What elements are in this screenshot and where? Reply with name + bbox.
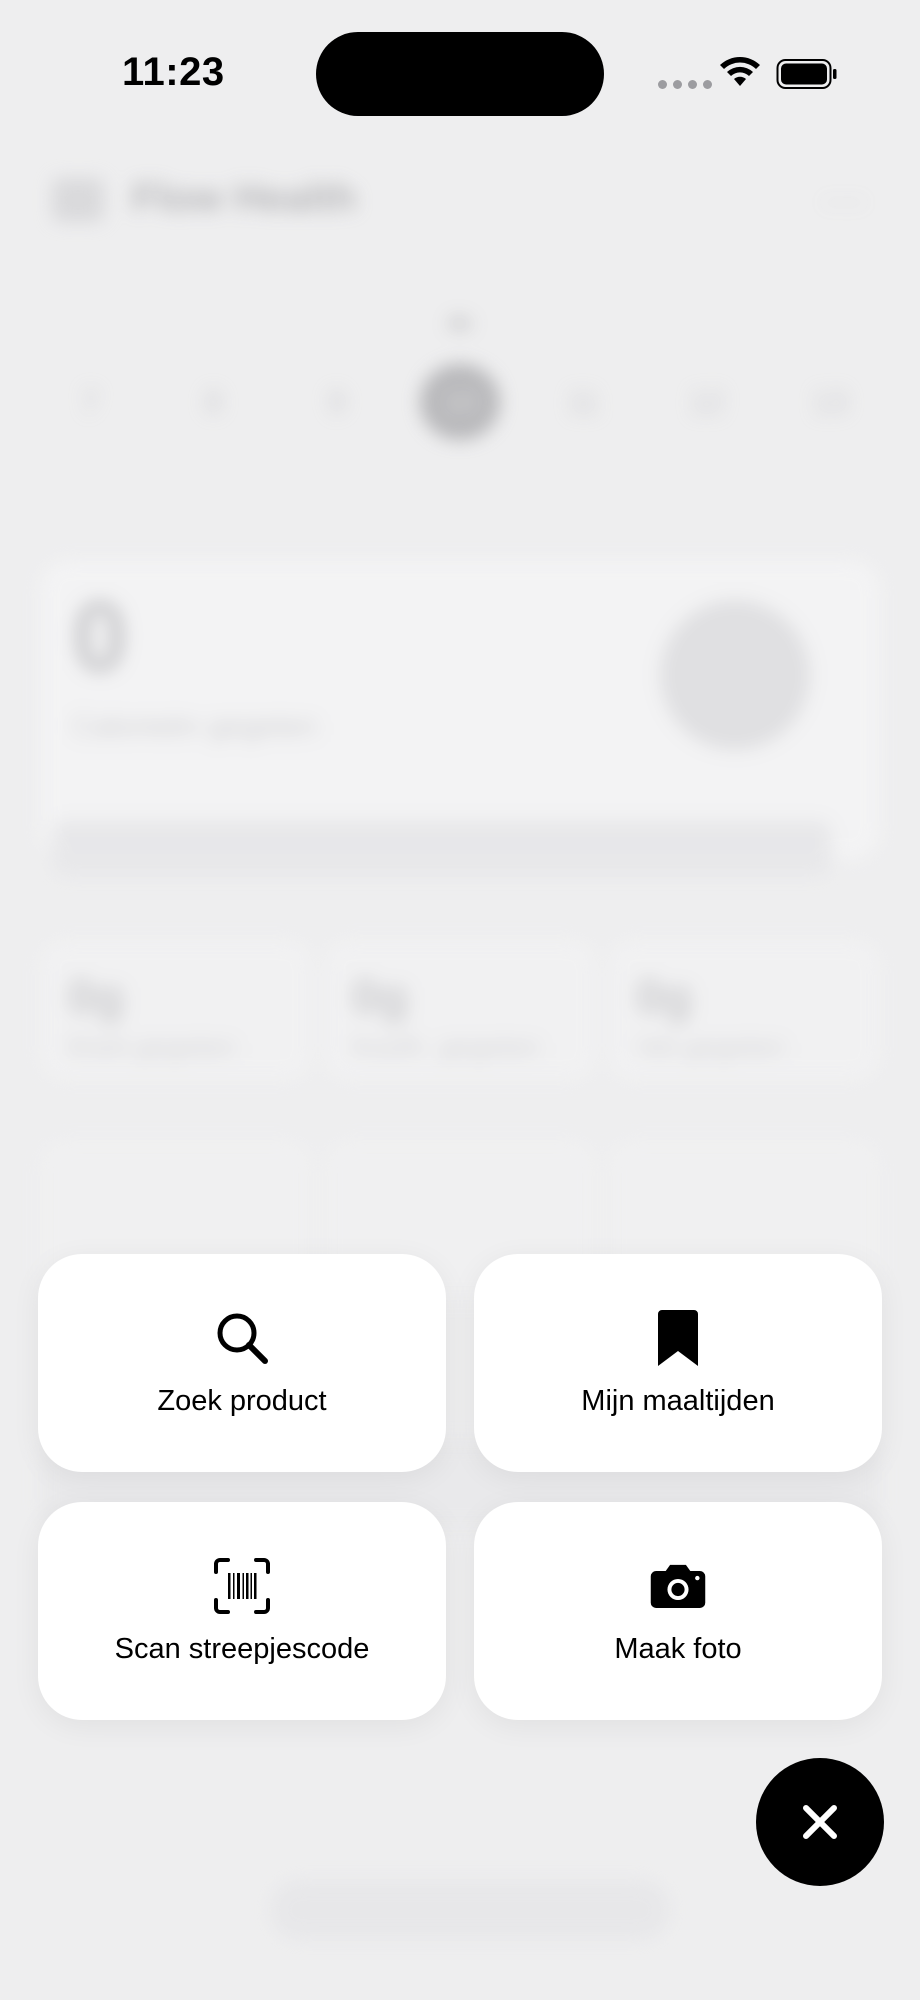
barcode-scan-icon bbox=[213, 1557, 271, 1615]
day-item: 12 bbox=[688, 384, 725, 420]
app-title: Flow Health bbox=[132, 176, 357, 220]
day-item: 11 bbox=[566, 384, 600, 420]
bottom-bar bbox=[270, 1880, 670, 1940]
macro-card: 0g Vet gegeten bbox=[608, 940, 880, 1080]
cellular-signal-icon bbox=[658, 80, 712, 89]
flame-icon bbox=[660, 600, 810, 750]
day-item: 8 bbox=[204, 384, 223, 420]
day-item: 7 bbox=[81, 384, 99, 420]
my-meals-button[interactable]: Mijn maaltijden bbox=[474, 1254, 882, 1472]
take-photo-label: Maak foto bbox=[614, 1632, 742, 1665]
scan-barcode-button[interactable]: Scan streepjescode bbox=[38, 1502, 446, 1720]
search-product-button[interactable]: Zoek product bbox=[38, 1254, 446, 1472]
calories-value: 0 bbox=[72, 581, 128, 693]
status-time: 11:23 bbox=[122, 50, 225, 94]
bookmark-icon bbox=[649, 1309, 707, 1367]
macros-row: 0g Eiwit gegeten 0g Koolh. gegeten 0g Vet g… bbox=[40, 940, 880, 1080]
close-menu-button[interactable] bbox=[756, 1758, 884, 1886]
day-item: 9 bbox=[327, 384, 346, 420]
more-icon: ··· bbox=[822, 178, 868, 222]
wifi-icon bbox=[720, 57, 760, 86]
app-logo-icon bbox=[52, 178, 104, 222]
close-icon bbox=[803, 1805, 837, 1839]
search-product-label: Zoek product bbox=[157, 1384, 327, 1417]
info-strip bbox=[52, 820, 832, 876]
my-meals-label: Mijn maaltijden bbox=[581, 1384, 775, 1417]
day-item: 13 bbox=[812, 384, 848, 420]
take-photo-button[interactable]: Maak foto bbox=[474, 1502, 882, 1720]
search-icon bbox=[213, 1309, 271, 1367]
day-item-selected: do 10 bbox=[419, 310, 500, 440]
macro-card: 0g Koolh. gegeten bbox=[324, 940, 596, 1080]
macro-card: 0g Eiwit gegeten bbox=[40, 940, 312, 1080]
camera-icon bbox=[649, 1557, 707, 1615]
dynamic-island bbox=[316, 32, 604, 116]
scan-barcode-label: Scan streepjescode bbox=[114, 1632, 370, 1665]
battery-icon bbox=[776, 59, 837, 89]
calories-label: Calorieën gegeten bbox=[72, 710, 318, 743]
week-strip: 7 8 9 do 10 11 12 13 bbox=[50, 310, 870, 440]
